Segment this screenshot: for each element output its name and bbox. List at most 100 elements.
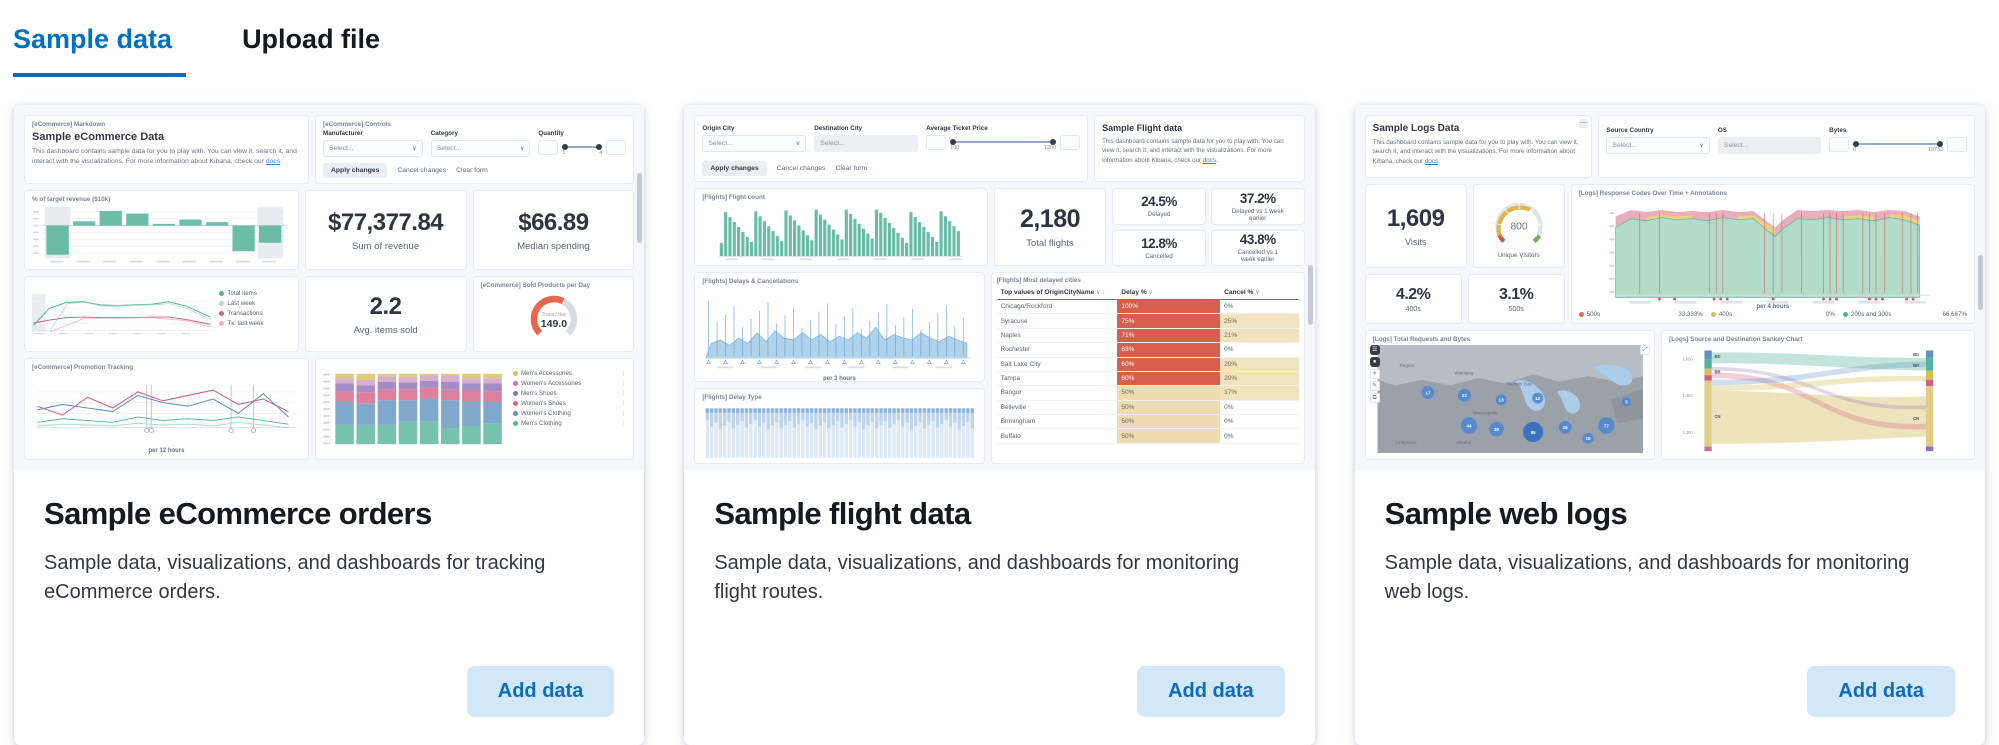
logs-markdown-panel: — Sample Logs Data This dashboard contai…: [1365, 115, 1593, 178]
ticket-price-slider: 100 1200: [950, 135, 1056, 150]
cancel-cell: 20%: [1220, 371, 1299, 385]
legend-value: 66.667%: [1943, 311, 1967, 318]
most-delayed-cities-panel: [Flights] Most delayed cities Top values…: [991, 272, 1305, 464]
legend-label: Women's Shoes: [521, 400, 566, 407]
slider-min-label: 1: [562, 150, 565, 156]
svg-text:17: 17: [1425, 390, 1431, 395]
legend-item: Tx. last week: [219, 320, 290, 327]
delay-cell: 75%: [1117, 314, 1220, 328]
legend-dot-icon: [513, 381, 518, 386]
apply-changes-button: Apply changes: [702, 161, 766, 176]
card-description: Sample data, visualizations, and dashboa…: [714, 549, 1254, 607]
legend-item: Men's Clothing⋮: [513, 420, 626, 427]
cancel-cell: 0%: [1220, 429, 1299, 443]
kebab-menu-icon: ⋮: [620, 420, 626, 427]
stacked-chart-legend: Men's Accessories⋮Women's Accessories⋮Me…: [513, 364, 626, 454]
cancel-cell: 0%: [1220, 343, 1299, 357]
legend-item: 500s33.333%: [1579, 311, 1703, 318]
delayed-city-row: Tampa60%20%: [997, 371, 1299, 385]
svg-text:13: 13: [1498, 398, 1504, 403]
svg-text:15: 15: [1585, 436, 1591, 441]
panel-label: [Logs] Total Requests and Bytes: [1373, 336, 1647, 343]
legend-dot-icon: [219, 301, 224, 306]
field-label: Source Country: [1606, 127, 1709, 134]
metric-label: Visits: [1405, 237, 1426, 247]
tab-upload-file[interactable]: Upload file: [242, 24, 386, 77]
legend-item: Women's Accessories⋮: [513, 380, 626, 387]
kebab-menu-icon: ⋮: [620, 380, 626, 387]
field-label: Bytes: [1829, 127, 1967, 134]
sankey-axis-tick: 1,600: [1683, 357, 1694, 362]
legend-dot-icon: [513, 411, 518, 416]
stat-value: 37.2%: [1240, 191, 1276, 206]
legend-dot-icon: [1843, 312, 1848, 317]
collapse-panel-icon: —: [1579, 119, 1588, 128]
sum-revenue-metric: $77,377.84 Sum of revenue: [305, 190, 467, 270]
delay-cell: 50%: [1117, 415, 1220, 429]
bytes-slider: 0 19732: [1853, 137, 1943, 152]
metric-value: 2.2: [370, 293, 402, 321]
response-codes-area-chart: [1579, 199, 1967, 304]
sankey-node-label: CN: [1715, 414, 1721, 419]
select-value: Select...: [329, 145, 354, 152]
markdown-period: .: [1216, 157, 1218, 164]
add-data-button-ecommerce[interactable]: Add data: [467, 666, 615, 717]
x-axis-label: per 3 hours: [702, 376, 976, 382]
clear-form-button: Clear form: [835, 165, 867, 172]
manufacturer-select: Select...∨: [323, 140, 423, 157]
legend-dot-icon: [1579, 312, 1584, 317]
map-city-label: Minneapolis: [1472, 411, 1497, 416]
add-data-page: Sample data Upload file [eCommerce] Mark…: [0, 0, 1999, 745]
legend-dot-icon: [513, 401, 518, 406]
legend-dot-icon: [513, 391, 518, 396]
range-min-input: [538, 140, 558, 155]
map-filter-button: ●: [1370, 357, 1380, 367]
cancel-cell: 17%: [1220, 386, 1299, 400]
gauge-value: 800: [1510, 221, 1527, 232]
tab-bar: Sample data Upload file: [0, 0, 1999, 77]
legend-dot-icon: [219, 311, 224, 316]
delayed-city-row: Chicago/Rockford100%0%: [997, 300, 1299, 314]
legend-dot-icon: [1711, 312, 1716, 317]
add-data-button-web-logs[interactable]: Add data: [1807, 666, 1955, 717]
cancel-cell: 0%: [1220, 300, 1299, 314]
delay-cell: 100%: [1117, 300, 1220, 314]
cancel-cell: 0%: [1220, 400, 1299, 414]
sankey-node-label: CN: [1913, 416, 1919, 421]
panel-label: [eCommerce] Sold Products per Day: [481, 282, 627, 289]
range-max-input: [1060, 135, 1080, 150]
origin-city-field: Origin City Select...∨: [702, 125, 806, 152]
field-label: Origin City: [702, 125, 806, 132]
median-spending-metric: $66.89 Median spending: [473, 190, 635, 270]
metric-value: 2,180: [1020, 205, 1080, 234]
delayed-city-row: Salt Lake City60%20%: [997, 357, 1299, 371]
sort-icon: ∨: [1255, 290, 1259, 296]
legend-value: 0%: [1826, 311, 1835, 318]
field-label: Average Ticket Price: [926, 125, 1080, 132]
legend-item: Men's Shoes⋮: [513, 390, 626, 397]
gauge-value: 149.0: [540, 318, 566, 330]
chevron-down-icon: ∨: [520, 145, 524, 152]
city-cell: Tampa: [997, 371, 1118, 385]
requests-map-panel: [Logs] Total Requests and Bytes: [1365, 330, 1655, 460]
cancel-changes-button: Cancel changes: [777, 165, 826, 172]
preview-scrollbar: [1978, 255, 1983, 310]
delay-cell: 50%: [1117, 429, 1220, 443]
bytes-field: Bytes 0 19732: [1829, 127, 1967, 154]
add-data-button-flights[interactable]: Add data: [1137, 666, 1285, 717]
markdown-body: This dashboard contains sample data for …: [1102, 137, 1297, 165]
cancel-cell: 20%: [1220, 357, 1299, 371]
stat-cancelled: 12.8% Cancelled: [1112, 230, 1206, 267]
stat-cancelled-vs-week: 43.8% Cancelled vs 1 week earlier: [1211, 230, 1305, 267]
field-label: Destination City: [814, 125, 918, 132]
city-cell: Buffalo: [997, 429, 1118, 443]
delay-cell: 60%: [1117, 357, 1220, 371]
select-value: Select...: [437, 145, 462, 152]
field-label: Category: [431, 130, 531, 137]
docs-link: docs: [1425, 158, 1438, 165]
map-link-button: ⧉: [1370, 393, 1380, 403]
legend-label: Men's Accessories: [521, 370, 572, 377]
city-cell: Rochester: [997, 343, 1118, 357]
tab-sample-data[interactable]: Sample data: [13, 24, 186, 77]
response-codes-panel: [Logs] Response Codes Over Time + Annota…: [1571, 184, 1975, 324]
